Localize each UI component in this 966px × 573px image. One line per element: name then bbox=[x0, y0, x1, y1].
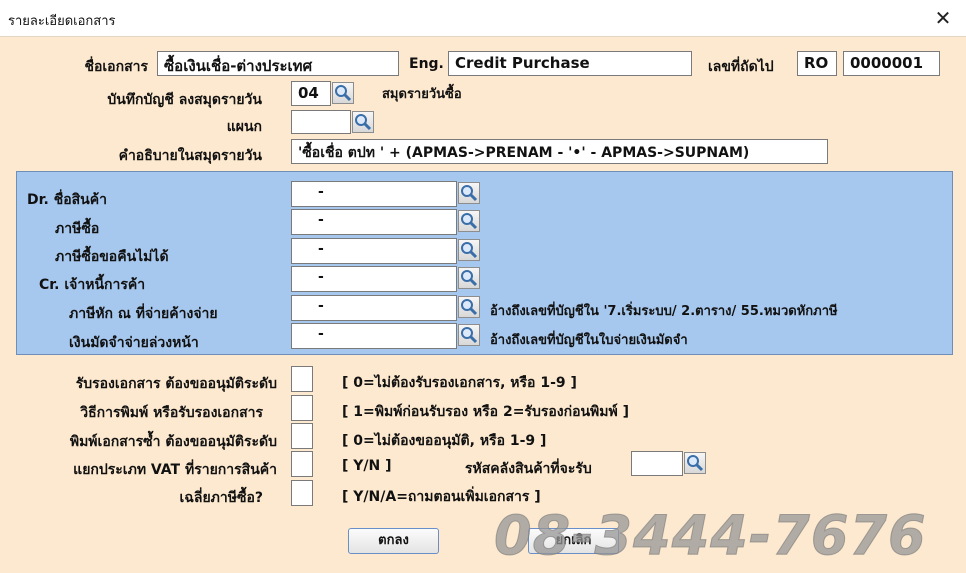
average-tax-input[interactable] bbox=[291, 480, 313, 506]
average-tax-label: เฉลี่ยภาษีซื้อ? bbox=[179, 490, 263, 506]
magnifier-icon bbox=[461, 185, 478, 202]
magnifier-icon bbox=[461, 242, 478, 259]
separate-vat-hint: [ Y/N ] bbox=[342, 458, 392, 474]
window-title: รายละเอียดเอกสาร bbox=[8, 14, 116, 29]
purchase-tax-field[interactable]: - bbox=[291, 209, 457, 235]
withholding-tax-lookup-button[interactable] bbox=[458, 296, 480, 318]
journal-description-label: คำอธิบายในสมุดรายวัน bbox=[118, 148, 262, 164]
doc-name-field[interactable]: ซื้อเงินเชื่อ-ต่างประเทศ bbox=[157, 51, 399, 76]
purchase-tax-lookup-button[interactable] bbox=[458, 210, 480, 232]
separate-vat-input[interactable] bbox=[291, 451, 313, 477]
print-method-hint: [ 1=พิมพ์ก่อนรับรอง หรือ 2=รับรองก่อนพิม… bbox=[342, 404, 630, 420]
next-number-field[interactable]: 0000001 bbox=[843, 51, 940, 76]
purchase-tax-nonrefund-lookup-button[interactable] bbox=[458, 239, 480, 261]
magnifier-icon bbox=[335, 85, 352, 102]
print-method-label: วิธีการพิมพ์ หรือรับรองเอกสาร bbox=[80, 405, 263, 421]
dr-product-lookup-button[interactable] bbox=[458, 182, 480, 204]
eng-name-field[interactable]: Credit Purchase bbox=[448, 51, 692, 76]
withholding-tax-field[interactable]: - bbox=[291, 295, 457, 321]
approve-level-input[interactable] bbox=[291, 366, 313, 392]
magnifier-icon bbox=[687, 455, 704, 472]
withholding-tax-label: ภาษีหัก ณ ที่จ่ายค้างจ่าย bbox=[69, 306, 218, 322]
deposit-lookup-button[interactable] bbox=[458, 324, 480, 346]
withholding-tax-note: อ้างถึงเลขที่บัญชีใน '7.เริ่มระบบ/ 2.ตาร… bbox=[490, 304, 838, 319]
print-method-input[interactable] bbox=[291, 395, 313, 421]
ok-button[interactable]: ตกลง bbox=[348, 528, 439, 554]
purchase-tax-label: ภาษีซื้อ bbox=[55, 221, 100, 237]
purchase-tax-nonrefund-field[interactable]: - bbox=[291, 238, 457, 264]
cr-creditor-lookup-button[interactable] bbox=[458, 267, 480, 289]
warehouse-label: รหัสคลังสินค้าที่จะรับ bbox=[465, 461, 592, 477]
close-button[interactable]: ✕ bbox=[920, 0, 966, 36]
journal-code-field[interactable]: 04 bbox=[291, 81, 331, 106]
dr-product-label: Dr. ชื่อสินค้า bbox=[27, 192, 107, 208]
title-bar: รายละเอียดเอกสาร ✕ bbox=[0, 0, 966, 37]
journal-lookup-button[interactable] bbox=[332, 82, 354, 104]
eng-label: Eng. bbox=[409, 56, 444, 72]
approve-level-hint: [ 0=ไม่ต้องรับรองเอกสาร, หรือ 1-9 ] bbox=[342, 375, 577, 391]
warehouse-field[interactable] bbox=[631, 451, 683, 476]
department-field[interactable] bbox=[291, 110, 351, 134]
deposit-note: อ้างถึงเลขที่บัญชีในใบจ่ายเงินมัดจำ bbox=[490, 333, 688, 348]
account-panel: Dr. ชื่อสินค้า - ภาษีซื้อ - ภาษีซื้อขอคื… bbox=[16, 171, 953, 355]
separate-vat-label: แยกประเภท VAT ที่รายการสินค้า bbox=[73, 462, 277, 478]
next-number-label: เลขที่ถัดไป bbox=[708, 59, 774, 75]
reprint-level-hint: [ 0=ไม่ต้องขออนุมัติ, หรือ 1-9 ] bbox=[342, 433, 547, 449]
deposit-field[interactable]: - bbox=[291, 323, 457, 349]
doc-name-label: ชื่อเอกสาร bbox=[84, 59, 148, 75]
journal-label: บันทึกบัญชี ลงสมุดรายวัน bbox=[107, 92, 262, 108]
reprint-level-label: พิมพ์เอกสารซ้ำ ต้องขออนุมัติระดับ bbox=[69, 434, 277, 450]
journal-name: สมุดรายวันซื้อ bbox=[382, 87, 462, 102]
dr-product-field[interactable]: - bbox=[291, 181, 457, 207]
department-lookup-button[interactable] bbox=[352, 111, 374, 133]
prefix-field[interactable]: RO bbox=[797, 51, 837, 76]
magnifier-icon bbox=[461, 327, 478, 344]
magnifier-icon bbox=[461, 299, 478, 316]
cr-creditor-field[interactable]: - bbox=[291, 266, 457, 292]
cr-creditor-label: Cr. เจ้าหนี้การค้า bbox=[39, 277, 146, 293]
department-label: แผนก bbox=[226, 119, 262, 135]
close-icon: ✕ bbox=[934, 6, 952, 30]
warehouse-lookup-button[interactable] bbox=[684, 452, 706, 474]
cancel-button[interactable]: ยกเลิก bbox=[528, 528, 619, 554]
deposit-label: เงินมัดจำจ่ายล่วงหน้า bbox=[69, 335, 199, 351]
reprint-level-input[interactable] bbox=[291, 423, 313, 449]
average-tax-hint: [ Y/N/A=ถามตอนเพิ่มเอกสาร ] bbox=[342, 489, 541, 505]
magnifier-icon bbox=[461, 213, 478, 230]
magnifier-icon bbox=[355, 114, 372, 131]
approve-level-label: รับรองเอกสาร ต้องขออนุมัติระดับ bbox=[75, 376, 277, 392]
journal-description-field[interactable]: 'ซื้อเชื่อ ตปท ' + (APMAS->PRENAM - '•' … bbox=[291, 139, 828, 164]
purchase-tax-nonrefund-label: ภาษีซื้อขอคืนไม่ได้ bbox=[55, 249, 169, 265]
magnifier-icon bbox=[461, 270, 478, 287]
